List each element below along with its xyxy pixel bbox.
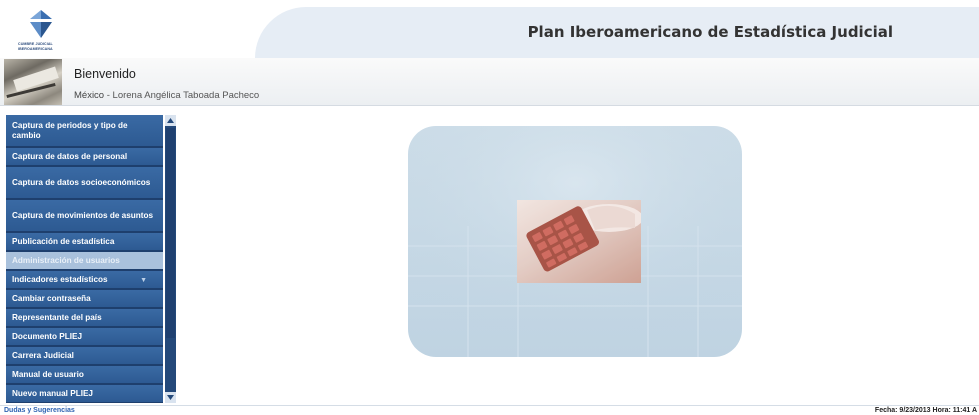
cumbre-judicial-logo[interactable]: CUMBRE JUDICIAL IBEROAMERICANA (18, 10, 66, 58)
sidebar-item-captura-personal[interactable]: Captura de datos de personal (6, 148, 163, 167)
sidebar-menu: Captura de periodos y tipo de cambio Cap… (6, 115, 163, 403)
feedback-link[interactable]: Dudas y Sugerencias (4, 407, 75, 414)
sidebar-item-cambiar-contrasena[interactable]: Cambiar contraseña (6, 290, 163, 309)
date-time-readout: Fecha: 9/23/2013 Hora: 11:41 A (874, 407, 977, 414)
footer: Dudas y Sugerencias Fecha: 9/23/2013 Hor… (0, 405, 979, 415)
sidebar-item-documento-pliej[interactable]: Documento PLIEJ (6, 328, 163, 347)
sidebar-item-captura-periodos[interactable]: Captura de periodos y tipo de cambio (6, 115, 163, 148)
arrow-up-icon (167, 118, 174, 123)
header: CUMBRE JUDICIAL IBEROAMERICANA Plan Iber… (0, 0, 979, 58)
logo-text: CUMBRE JUDICIAL IBEROAMERICANA (18, 42, 53, 51)
user-name: Lorena Angélica Taboada Pacheco (112, 90, 260, 101)
scroll-thumb[interactable] (166, 128, 175, 338)
page-title: Plan Iberoamericano de Estadística Judic… (527, 23, 893, 41)
sidebar-item-administracion-usuarios[interactable]: Administración de usuarios (6, 252, 163, 271)
arrow-down-icon (167, 395, 174, 400)
sidebar-item-indicadores[interactable]: Indicadores estadísticos ▼ (6, 271, 163, 290)
scroll-up-button[interactable] (165, 115, 176, 126)
separator: - (104, 90, 113, 101)
sidebar-item-manual-usuario[interactable]: Manual de usuario (6, 366, 163, 385)
sidebar-item-nuevo-manual[interactable]: Nuevo manual PLIEJ (6, 385, 163, 403)
sidebar-item-publicacion[interactable]: Publicación de estadística (6, 233, 163, 252)
chevron-down-icon: ▼ (140, 277, 147, 284)
welcome-user-line: México - Lorena Angélica Taboada Pacheco (74, 90, 259, 101)
sidebar-item-captura-socioeconomicos[interactable]: Captura de datos socioeconómicos (6, 167, 163, 200)
calculator-keypad-icon (517, 200, 641, 283)
welcome-photo (4, 59, 62, 105)
welcome-band: Bienvenido México - Lorena Angélica Tabo… (0, 58, 979, 106)
scroll-down-button[interactable] (165, 392, 176, 403)
sidebar: Captura de periodos y tipo de cambio Cap… (6, 115, 176, 403)
calculator-photo (517, 200, 641, 283)
welcome-greeting: Bienvenido (74, 67, 136, 81)
sidebar-item-carrera-judicial[interactable]: Carrera Judicial (6, 347, 163, 366)
main-image-panel (408, 126, 742, 357)
sidebar-item-representante[interactable]: Representante del país (6, 309, 163, 328)
sidebar-scrollbar[interactable] (165, 115, 176, 403)
sidebar-item-captura-movimientos[interactable]: Captura de movimientos de asuntos (6, 200, 163, 233)
logo-mark-icon (30, 10, 52, 38)
country-name: México (74, 90, 105, 101)
